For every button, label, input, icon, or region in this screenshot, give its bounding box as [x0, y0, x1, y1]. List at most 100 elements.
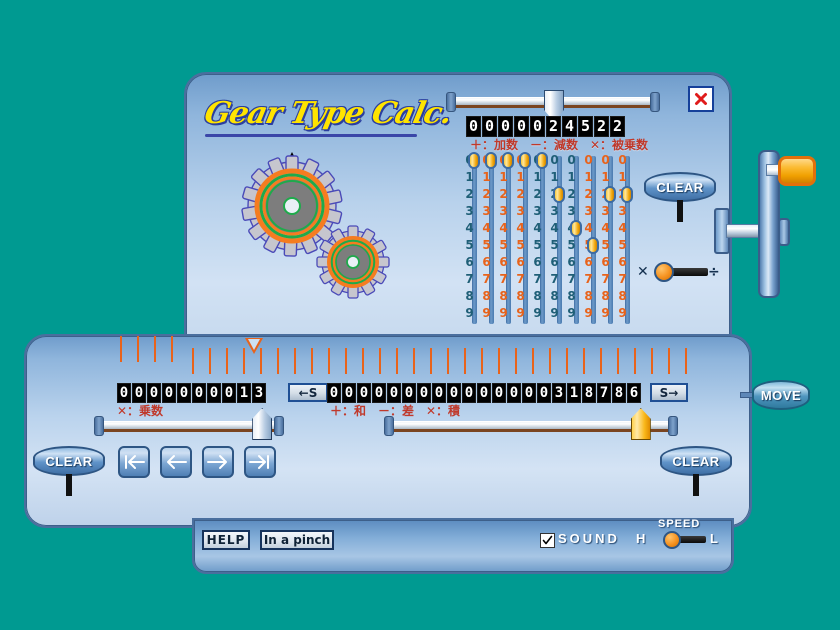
digit-column-value[interactable]: 3 — [532, 203, 543, 220]
help-button[interactable]: HELP — [202, 530, 250, 550]
clear-button-left[interactable]: CLEAR — [33, 446, 105, 496]
digit-column-value[interactable]: 3 — [481, 203, 492, 220]
digit-column-value[interactable]: 6 — [532, 254, 543, 271]
digit-column-value[interactable]: 9 — [515, 305, 526, 322]
clear-button-right-cap[interactable]: CLEAR — [660, 446, 732, 476]
gear-small-icon[interactable] — [313, 222, 393, 302]
digit-column-value[interactable]: 7 — [600, 271, 611, 288]
digit-column-value[interactable]: 8 — [583, 288, 594, 305]
digit-column-value[interactable]: 7 — [498, 271, 509, 288]
digit-column-value[interactable]: 8 — [566, 288, 577, 305]
speed-slider[interactable] — [652, 531, 708, 549]
digit-column-value[interactable]: 8 — [481, 288, 492, 305]
digit-column-value[interactable]: 9 — [481, 305, 492, 322]
crank-handle[interactable] — [778, 156, 816, 186]
shift-right-button[interactable]: S→ — [650, 383, 688, 402]
move-button-cap[interactable]: MOVE — [752, 380, 810, 410]
digit-column[interactable]: 0123456789 — [481, 152, 498, 327]
digit-column-value[interactable]: 2 — [583, 186, 594, 203]
digit-column-value[interactable]: 7 — [464, 271, 475, 288]
digit-column[interactable]: 0123456789 — [617, 152, 634, 327]
digit-column[interactable]: 0123456789 — [464, 152, 481, 327]
digit-column-value[interactable]: 9 — [549, 305, 560, 322]
digit-column-value[interactable]: 8 — [532, 288, 543, 305]
digit-column-value[interactable]: 5 — [549, 237, 560, 254]
digit-column-value[interactable]: 3 — [566, 203, 577, 220]
digit-column-value[interactable]: 9 — [617, 305, 628, 322]
digit-column-value[interactable]: 8 — [464, 288, 475, 305]
digit-column-knob[interactable] — [621, 186, 633, 203]
digit-column-value[interactable]: 2 — [464, 186, 475, 203]
move-button-knob[interactable]: MOVE — [752, 380, 810, 410]
digit-column-value[interactable]: 4 — [549, 220, 560, 237]
digit-column-value[interactable]: 5 — [566, 237, 577, 254]
digit-column-knob[interactable] — [604, 186, 616, 203]
digit-column-value[interactable]: 0 — [549, 152, 560, 169]
digit-column-value[interactable]: 1 — [532, 169, 543, 186]
digit-column-value[interactable]: 8 — [600, 288, 611, 305]
digit-column-value[interactable]: 5 — [481, 237, 492, 254]
digit-column-value[interactable]: 1 — [566, 169, 577, 186]
move-to-end-button[interactable] — [244, 446, 276, 478]
digit-column-value[interactable]: 2 — [566, 186, 577, 203]
digit-column-value[interactable]: 6 — [617, 254, 628, 271]
digit-column-knob[interactable] — [553, 186, 565, 203]
digit-column-value[interactable]: 3 — [583, 203, 594, 220]
digit-column-value[interactable]: 7 — [481, 271, 492, 288]
digit-column[interactable]: 0123456789 — [583, 152, 600, 327]
shift-left-button[interactable]: ←S — [288, 383, 328, 402]
digit-column-value[interactable]: 6 — [464, 254, 475, 271]
digit-column-value[interactable]: 4 — [464, 220, 475, 237]
digit-column-value[interactable]: 8 — [498, 288, 509, 305]
digit-column-value[interactable]: 1 — [600, 169, 611, 186]
clear-button-top-cap[interactable]: CLEAR — [644, 172, 716, 202]
operator-slider-knob[interactable] — [654, 262, 674, 282]
digit-column-value[interactable]: 6 — [583, 254, 594, 271]
digit-column-value[interactable]: 1 — [515, 169, 526, 186]
digit-column-value[interactable]: 4 — [617, 220, 628, 237]
digit-column-value[interactable]: 9 — [464, 305, 475, 322]
digit-column-value[interactable]: 8 — [617, 288, 628, 305]
digit-column-value[interactable]: 4 — [532, 220, 543, 237]
digit-column-value[interactable]: 7 — [566, 271, 577, 288]
digit-column-value[interactable]: 2 — [498, 186, 509, 203]
move-right-button[interactable] — [202, 446, 234, 478]
digit-column-value[interactable]: 7 — [583, 271, 594, 288]
digit-column-value[interactable]: 6 — [481, 254, 492, 271]
clear-button-left-cap[interactable]: CLEAR — [33, 446, 105, 476]
digit-column-value[interactable]: 0 — [566, 152, 577, 169]
digit-column-value[interactable]: 9 — [583, 305, 594, 322]
in-a-pinch-button[interactable]: In a pinch — [260, 530, 334, 550]
digit-column-value[interactable]: 4 — [481, 220, 492, 237]
digit-column-value[interactable]: 6 — [566, 254, 577, 271]
digit-column[interactable]: 0123456789 — [600, 152, 617, 327]
digit-column-value[interactable]: 5 — [464, 237, 475, 254]
digit-column[interactable]: 0123456789 — [549, 152, 566, 327]
speed-slider-knob[interactable] — [662, 531, 681, 549]
digit-column-value[interactable]: 6 — [515, 254, 526, 271]
digit-column-value[interactable]: 4 — [498, 220, 509, 237]
digit-column-knob[interactable] — [570, 220, 582, 237]
digit-column-value[interactable]: 0 — [583, 152, 594, 169]
digit-column-value[interactable]: 1 — [549, 169, 560, 186]
multiplier-slider[interactable] — [92, 408, 286, 440]
digit-column-value[interactable]: 3 — [515, 203, 526, 220]
digit-column-value[interactable]: 5 — [532, 237, 543, 254]
digit-column-value[interactable]: 9 — [600, 305, 611, 322]
digit-column-value[interactable]: 6 — [600, 254, 611, 271]
digit-column-value[interactable]: 9 — [532, 305, 543, 322]
digit-column-value[interactable]: 5 — [498, 237, 509, 254]
digit-column-value[interactable]: 1 — [464, 169, 475, 186]
digit-column-knob[interactable] — [587, 237, 599, 254]
digit-column-value[interactable]: 6 — [498, 254, 509, 271]
digit-column[interactable]: 0123456789 — [532, 152, 549, 327]
digit-column-value[interactable]: 3 — [600, 203, 611, 220]
digit-column-value[interactable]: 9 — [566, 305, 577, 322]
digit-column-value[interactable]: 8 — [515, 288, 526, 305]
crank-wheel[interactable] — [714, 150, 816, 300]
move-button[interactable]: MOVE — [740, 380, 810, 410]
digit-column-value[interactable]: 5 — [515, 237, 526, 254]
digit-column-value[interactable]: 2 — [481, 186, 492, 203]
digit-column-knob[interactable] — [468, 152, 480, 169]
digit-column-value[interactable]: 7 — [617, 271, 628, 288]
